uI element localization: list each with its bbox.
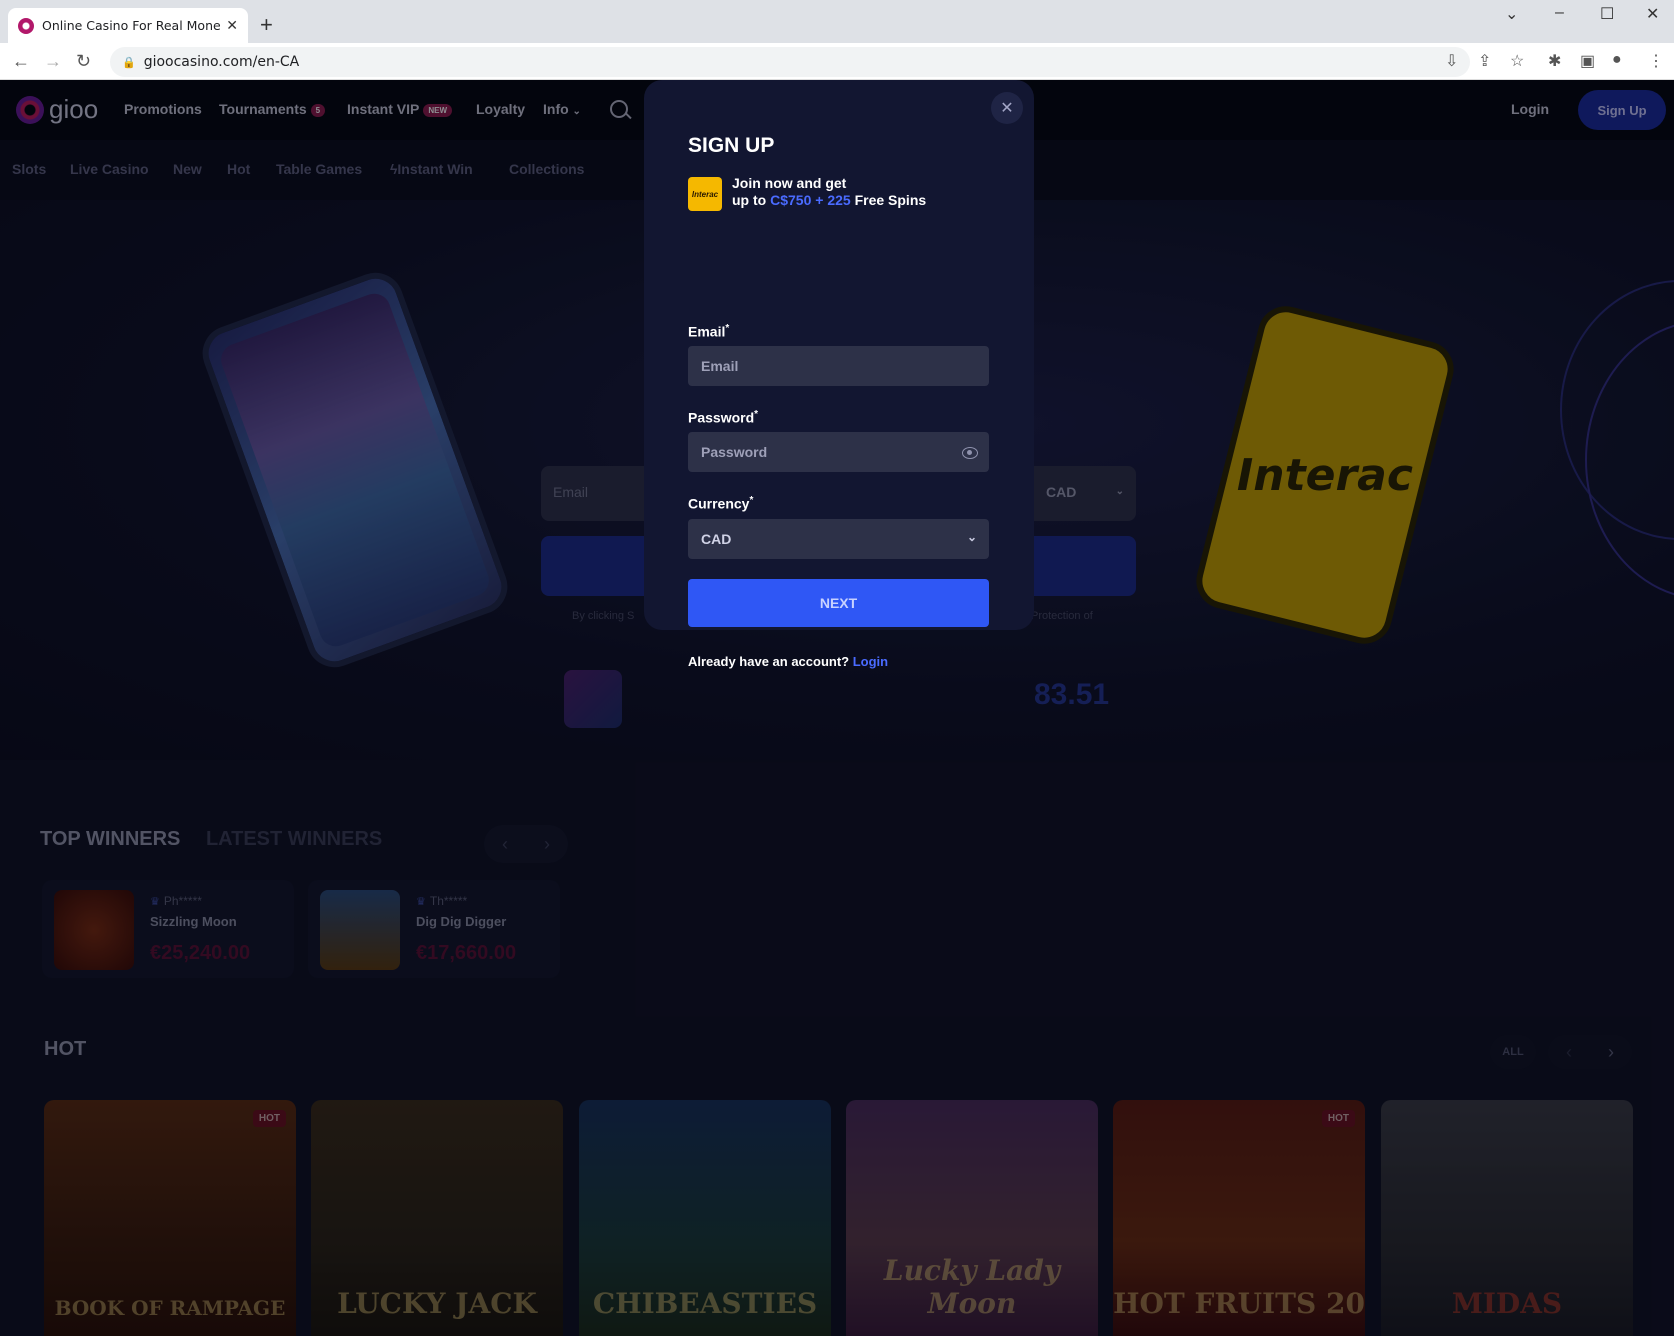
show-password-eye-icon[interactable] — [962, 447, 978, 459]
chevron-down-icon: ⌄ — [966, 530, 977, 544]
address-bar: ← → ↻ 🔒 gioocasino.com/en-CA ⇩ ⇪ ☆ ✱ ▣ ●… — [0, 43, 1674, 80]
modal-title: SIGN UP — [688, 134, 775, 157]
next-button[interactable]: NEXT — [688, 579, 989, 627]
email-label: Email* — [688, 323, 730, 340]
password-label: Password* — [688, 409, 759, 426]
tab-close-icon[interactable]: ✕ — [226, 17, 238, 34]
close-icon[interactable]: ✕ — [991, 92, 1023, 124]
tab-title: Online Casino For Real Money 20 — [42, 18, 221, 33]
tab-search-icon[interactable]: ⌄ — [1505, 4, 1518, 24]
currency-value: CAD — [701, 531, 732, 547]
promo-suffix: Free Spins — [850, 192, 927, 208]
window-close-icon[interactable]: ✕ — [1646, 4, 1659, 24]
promo-amount: C$750 + 225 — [770, 192, 851, 208]
currency-label: Currency* — [688, 495, 754, 512]
share-icon[interactable]: ⇪ — [1478, 51, 1491, 71]
lock-icon: 🔒 — [122, 56, 136, 69]
menu-icon[interactable]: ⋮ — [1648, 51, 1664, 71]
forward-icon[interactable]: → — [44, 51, 62, 72]
side-panel-icon[interactable]: ▣ — [1580, 51, 1595, 71]
maximize-icon[interactable]: ☐ — [1600, 4, 1614, 24]
omnibox[interactable]: 🔒 gioocasino.com/en-CA — [110, 47, 1470, 77]
back-icon[interactable]: ← — [12, 51, 30, 72]
already-text: Already have an account? — [688, 654, 853, 669]
browser-tabbar: Online Casino For Real Money 20 ✕ + ⌄ – … — [0, 0, 1674, 43]
already-have-account: Already have an account? Login — [688, 654, 888, 669]
install-icon[interactable]: ⇩ — [1445, 51, 1458, 71]
email-field[interactable] — [688, 346, 989, 386]
currency-label-text: Currency — [688, 495, 750, 512]
minimize-icon[interactable]: – — [1555, 4, 1564, 22]
password-field[interactable] — [688, 432, 989, 472]
email-label-text: Email — [688, 323, 726, 340]
browser-tab[interactable]: Online Casino For Real Money 20 ✕ — [8, 8, 248, 43]
url-text: gioocasino.com/en-CA — [143, 54, 300, 70]
modal-login-link[interactable]: Login — [853, 654, 888, 669]
interac-logo-icon: Interac — [688, 177, 722, 211]
promo-prefix: up to — [732, 192, 771, 208]
promo-line-1: Join now and get — [732, 175, 847, 191]
currency-select[interactable]: CAD ⌄ — [688, 519, 989, 559]
bookmark-star-icon[interactable]: ☆ — [1510, 51, 1524, 71]
password-label-text: Password — [688, 409, 755, 426]
profile-icon[interactable]: ● — [1612, 51, 1622, 69]
promo-line-2: up to C$750 + 225 Free Spins — [732, 192, 926, 208]
extensions-icon[interactable]: ✱ — [1548, 51, 1561, 71]
new-tab-icon[interactable]: + — [260, 12, 273, 38]
site-favicon-icon — [18, 17, 34, 34]
reload-icon[interactable]: ↻ — [76, 51, 91, 72]
